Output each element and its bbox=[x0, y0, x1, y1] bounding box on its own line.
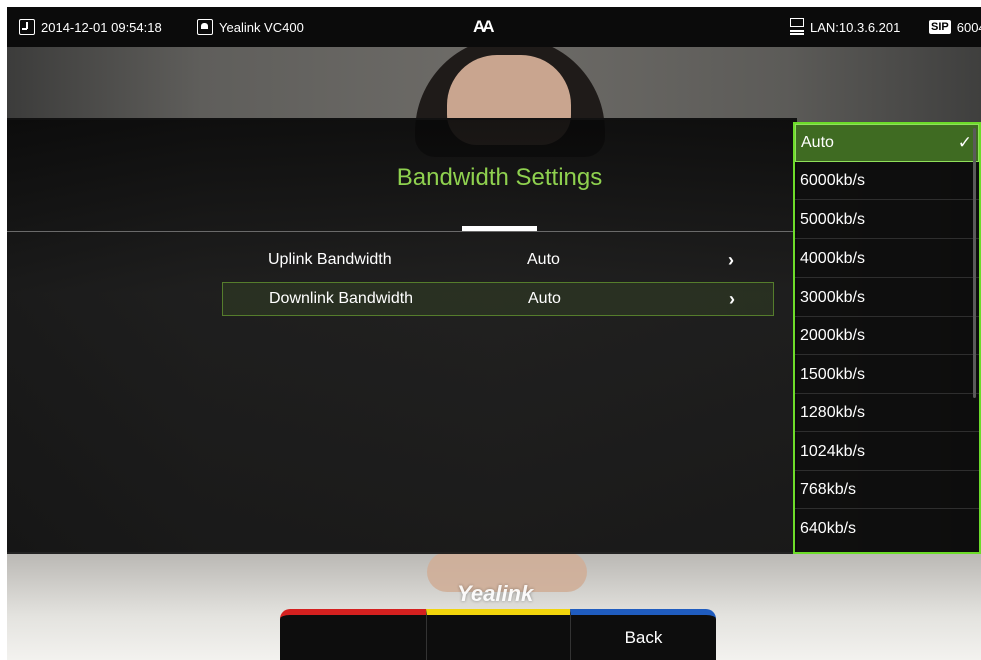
uplink-bandwidth-label: Uplink Bandwidth bbox=[268, 251, 392, 268]
video-screen: 2014-12-01 09:54:18 Yealink VC400 AA LAN… bbox=[7, 7, 981, 660]
option-1024[interactable]: 1024kb/s bbox=[795, 433, 979, 471]
page-title: Bandwidth Settings bbox=[396, 164, 603, 191]
yealink-logo: Yealink bbox=[457, 581, 534, 606]
option-label: 1280kb/s bbox=[800, 403, 865, 421]
option-label: 4000kb/s bbox=[800, 249, 865, 267]
option-768[interactable]: 768kb/s bbox=[795, 471, 979, 509]
option-auto[interactable]: Auto ✓ bbox=[795, 124, 979, 162]
option-label: Auto bbox=[801, 134, 834, 151]
device-name-display: Yealink VC400 bbox=[197, 7, 304, 47]
option-label: 2000kb/s bbox=[800, 326, 865, 344]
lan-display: LAN:10.3.6.201 bbox=[790, 7, 900, 47]
uplink-bandwidth-row[interactable]: Uplink Bandwidth Auto › bbox=[222, 243, 774, 277]
option-1500[interactable]: 1500kb/s bbox=[795, 356, 979, 394]
status-bar: 2014-12-01 09:54:18 Yealink VC400 AA LAN… bbox=[7, 7, 981, 47]
datetime-text: 2014-12-01 09:54:18 bbox=[41, 19, 162, 35]
option-5000[interactable]: 5000kb/s bbox=[795, 201, 979, 239]
lan-text: LAN:10.3.6.201 bbox=[810, 19, 901, 35]
sip-icon: SIP bbox=[929, 20, 951, 34]
option-4000[interactable]: 4000kb/s bbox=[795, 240, 979, 278]
chevron-right-icon: › bbox=[729, 288, 735, 309]
softkey-red-button[interactable] bbox=[280, 609, 426, 660]
downlink-bandwidth-row[interactable]: Downlink Bandwidth Auto › bbox=[222, 282, 774, 316]
option-label: 1500kb/s bbox=[800, 365, 865, 383]
option-1280[interactable]: 1280kb/s bbox=[795, 394, 979, 432]
datetime-display: 2014-12-01 09:54:18 bbox=[19, 7, 162, 47]
network-icon bbox=[790, 18, 804, 36]
chevron-right-icon: › bbox=[728, 249, 734, 270]
back-button[interactable]: Back bbox=[570, 609, 716, 660]
option-label: 640kb/s bbox=[800, 520, 857, 537]
sip-account-text: 6004 bbox=[956, 19, 981, 35]
settings-panel: Bandwidth Settings Uplink Bandwidth Auto… bbox=[7, 118, 797, 554]
option-label: 6000kb/s bbox=[800, 171, 865, 189]
uplink-bandwidth-value: Auto bbox=[527, 251, 560, 268]
clock-icon bbox=[19, 19, 35, 35]
option-label: 3000kb/s bbox=[800, 288, 865, 306]
sip-display: SIP 6004 bbox=[929, 7, 981, 47]
scrollbar[interactable] bbox=[973, 128, 976, 398]
device-icon bbox=[197, 19, 213, 35]
checkmark-icon: ✓ bbox=[957, 133, 972, 152]
font-size-icon: AA bbox=[473, 17, 494, 36]
option-3000[interactable]: 3000kb/s bbox=[795, 279, 979, 317]
option-label: 768kb/s bbox=[800, 480, 857, 498]
downlink-bandwidth-value: Auto bbox=[528, 290, 561, 307]
bandwidth-options-list[interactable]: Auto ✓ 6000kb/s 5000kb/s 4000kb/s 3000kb… bbox=[793, 122, 981, 554]
option-label: 1024kb/s bbox=[800, 442, 865, 460]
option-640[interactable]: 640kb/s bbox=[795, 510, 979, 548]
title-divider bbox=[7, 231, 797, 232]
softkey-yellow-button[interactable] bbox=[426, 609, 570, 660]
option-2000[interactable]: 2000kb/s bbox=[795, 317, 979, 355]
downlink-bandwidth-label: Downlink Bandwidth bbox=[269, 290, 414, 307]
device-name-text: Yealink VC400 bbox=[219, 19, 304, 35]
option-label: 5000kb/s bbox=[800, 210, 865, 228]
option-6000[interactable]: 6000kb/s bbox=[795, 162, 979, 200]
softkey-bar: Back bbox=[280, 609, 716, 660]
